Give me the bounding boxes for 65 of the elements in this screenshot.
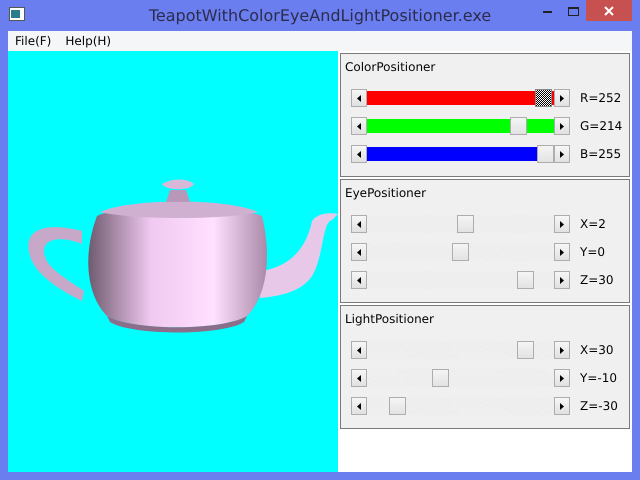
left-arrow-icon <box>357 150 361 158</box>
close-button[interactable] <box>586 0 632 21</box>
slider-thumb[interactable] <box>510 117 527 135</box>
slider-thumb[interactable] <box>452 243 469 261</box>
left-arrow-icon <box>357 248 361 256</box>
slider-thumb[interactable] <box>389 397 406 415</box>
scroll-right-button[interactable] <box>554 117 570 135</box>
slider-value: Y=0 <box>580 244 606 261</box>
maximize-icon <box>568 6 578 16</box>
slider-thumb[interactable] <box>537 145 554 163</box>
menu-item[interactable]: File(F) <box>8 31 58 51</box>
scroll-left-button[interactable] <box>351 243 367 261</box>
scroll-left-button[interactable] <box>351 117 367 135</box>
scroll-right-button[interactable] <box>554 145 570 163</box>
scroll-right-button[interactable] <box>554 89 570 107</box>
slider-thumb[interactable] <box>535 89 552 107</box>
scroll-right-button[interactable] <box>554 215 570 233</box>
scroll-right-button[interactable] <box>554 341 570 359</box>
left-arrow-icon <box>357 374 361 382</box>
group-title: ColorPositioner <box>345 60 436 74</box>
left-arrow-icon <box>357 220 361 228</box>
slider-value: B=255 <box>580 146 622 163</box>
scroll-left-button[interactable] <box>351 397 367 415</box>
window-title: TeapotWithColorEyeAndLightPositioner.exe <box>148 6 492 25</box>
slider-value: R=252 <box>580 90 622 107</box>
slider-thumb[interactable] <box>516 341 534 359</box>
left-arrow-icon <box>357 346 361 354</box>
slider-value: Z=-30 <box>580 398 618 415</box>
left-arrow-icon <box>357 122 361 130</box>
right-arrow-icon <box>560 248 564 256</box>
right-arrow-icon <box>560 402 564 410</box>
slider-value: Z=30 <box>580 272 614 289</box>
right-arrow-icon <box>560 94 564 102</box>
right-arrow-icon <box>560 374 564 382</box>
slider-thumb[interactable] <box>432 369 449 387</box>
slider-value: X=2 <box>580 216 606 233</box>
scroll-right-button[interactable] <box>554 369 570 387</box>
scroll-left-button[interactable] <box>351 271 367 289</box>
right-arrow-icon <box>560 346 564 354</box>
right-arrow-icon <box>560 122 564 130</box>
slider-value: Y=-10 <box>580 370 617 387</box>
slider-value: G=214 <box>580 118 622 135</box>
menu-item[interactable]: Help(H) <box>58 31 118 51</box>
left-arrow-icon <box>357 94 361 102</box>
slider-thumb[interactable] <box>516 271 534 289</box>
minimize-icon <box>542 10 552 13</box>
right-arrow-icon <box>560 276 564 284</box>
scroll-left-button[interactable] <box>351 369 367 387</box>
left-arrow-icon <box>357 276 361 284</box>
slider-value: X=30 <box>580 342 614 359</box>
scroll-left-button[interactable] <box>351 215 367 233</box>
group-title: LightPositioner <box>345 312 434 326</box>
scroll-right-button[interactable] <box>554 243 570 261</box>
close-icon <box>604 6 614 16</box>
app-icon <box>9 7 25 21</box>
right-arrow-icon <box>560 220 564 228</box>
scroll-left-button[interactable] <box>351 145 367 163</box>
scroll-left-button[interactable] <box>351 89 367 107</box>
scroll-right-button[interactable] <box>554 397 570 415</box>
left-arrow-icon <box>357 402 361 410</box>
scroll-right-button[interactable] <box>554 271 570 289</box>
slider-thumb[interactable] <box>457 215 474 233</box>
scroll-left-button[interactable] <box>351 341 367 359</box>
group-title: EyePositioner <box>345 186 426 200</box>
right-arrow-icon <box>560 150 564 158</box>
